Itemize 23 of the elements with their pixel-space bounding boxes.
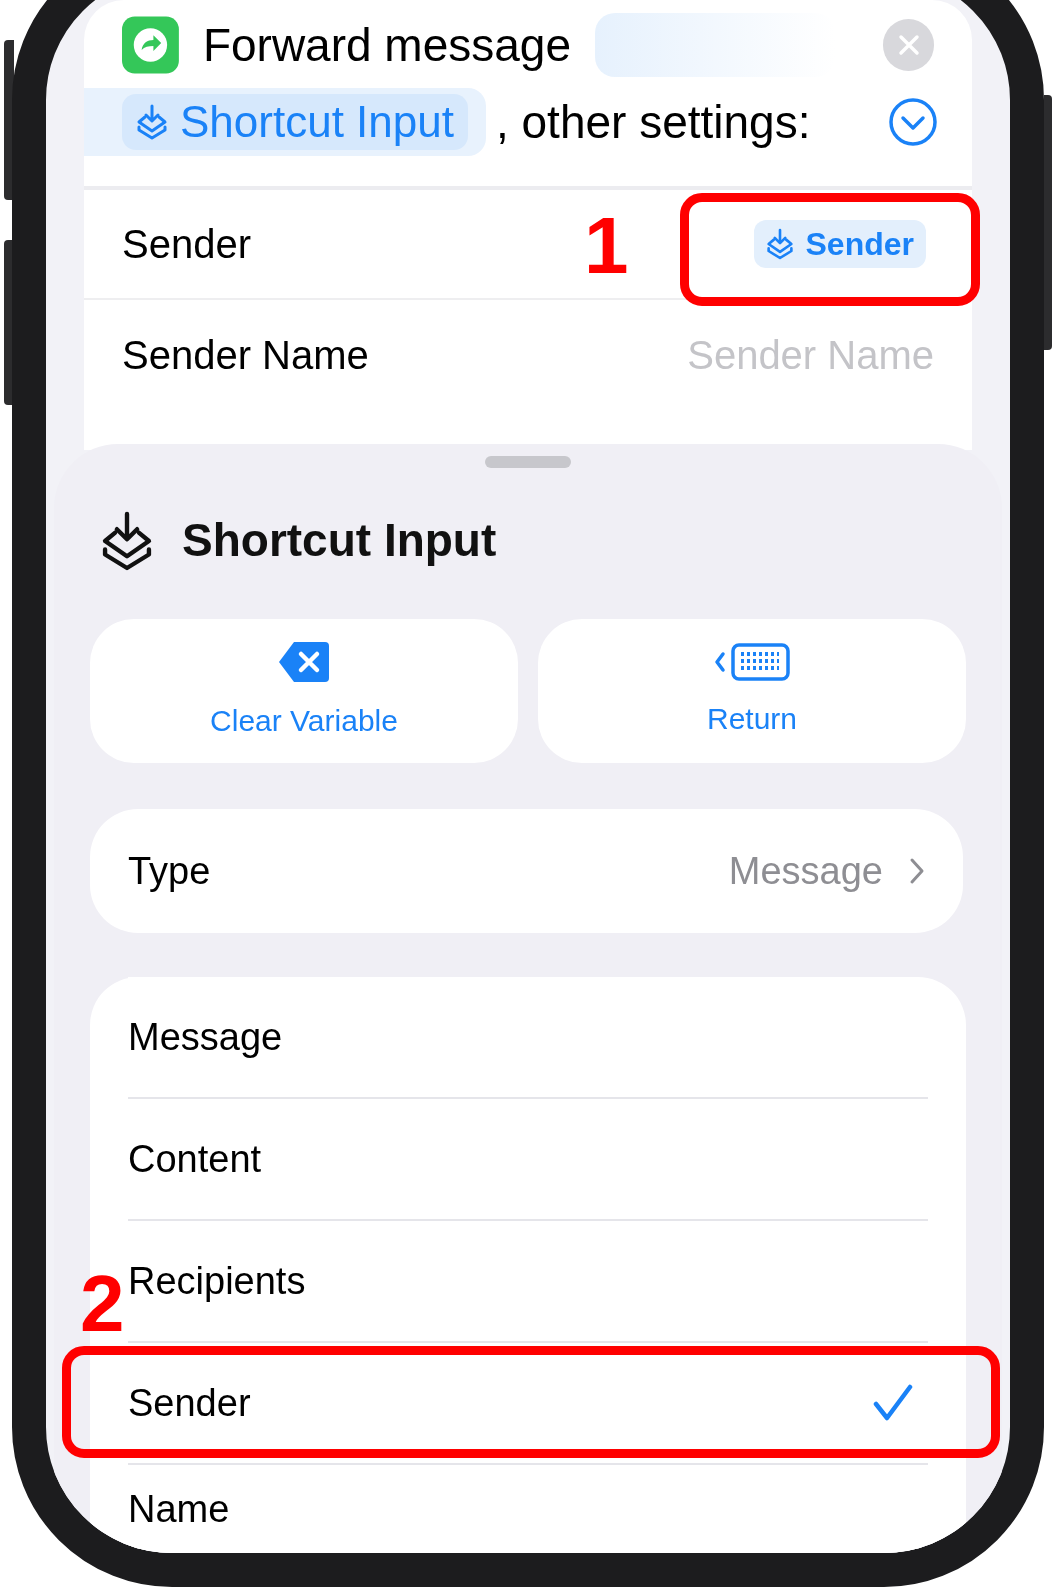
forward-app-icon [122,16,179,74]
close-icon [896,33,921,57]
chevron-down-icon[interactable] [888,97,938,147]
sheet-grabber[interactable] [485,456,571,468]
type-value: Message [728,848,883,894]
sender-name-field[interactable]: Sender Name [614,325,934,385]
delete-icon [278,639,330,684]
keyboard-icon [713,641,791,682]
shortcut-input-icon [100,509,154,572]
annotation-number: 1 [584,206,629,286]
close-button[interactable] [883,19,934,71]
layers-download-icon [136,104,168,140]
field-label: Sender [122,221,251,268]
type-row[interactable]: Type Message [90,809,963,933]
return-button[interactable]: Return [538,619,966,763]
action-text: , other settings: [495,94,811,150]
checkmark-icon [873,1384,913,1422]
layers-download-icon [765,228,794,260]
field-label: Sender Name [122,332,369,379]
chevron-right-icon [909,857,925,885]
annotation-number: 2 [80,1264,125,1344]
sheet-title: Shortcut Input [182,513,497,568]
clear-variable-button[interactable]: Clear Variable [90,619,518,763]
